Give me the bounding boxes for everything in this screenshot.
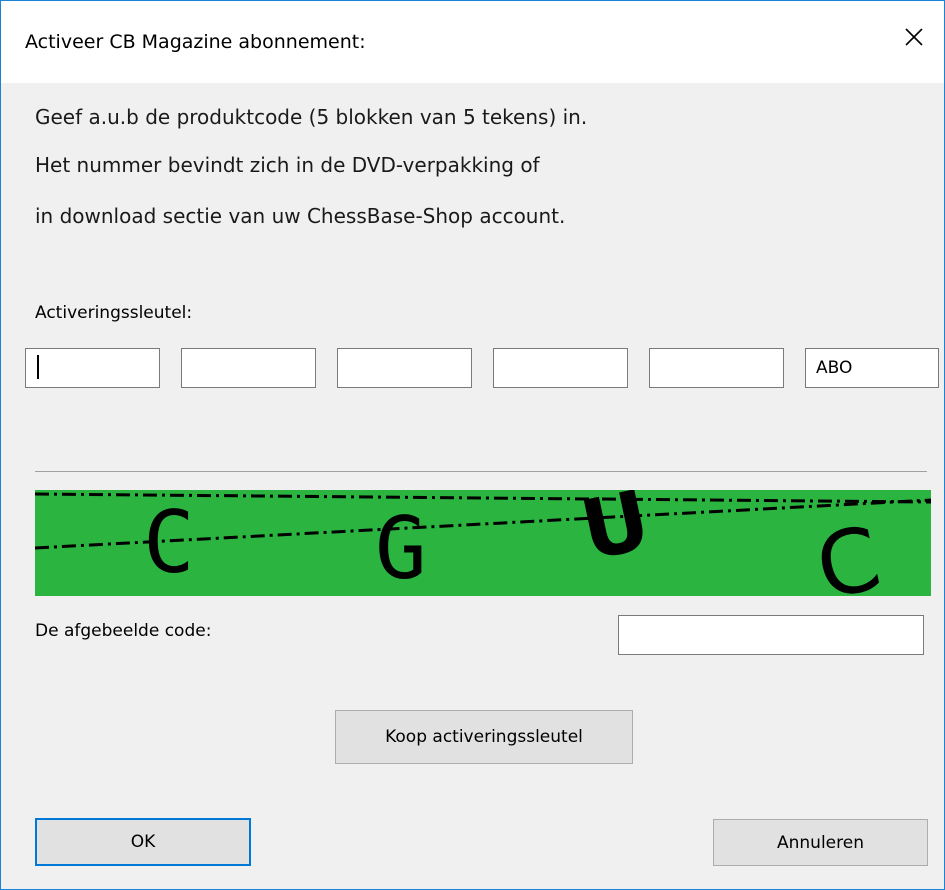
captcha-code-input[interactable] [618,615,924,655]
ok-button[interactable]: OK [35,818,251,866]
key-block-2-input[interactable] [181,348,316,388]
key-block-5-input[interactable] [649,348,784,388]
close-icon [905,28,923,46]
instruction-line-2: Het nummer bevindt zich in de DVD-verpak… [35,153,540,177]
text-caret [37,355,39,379]
key-block-4-input[interactable] [493,348,628,388]
instruction-line-3: in download sectie van uw ChessBase-Shop… [35,204,566,228]
captcha-code-label: De afgebeelde code: [35,621,212,641]
key-block-3-input[interactable] [337,348,472,388]
captcha-letter-2: G [375,499,427,596]
activation-dialog: Activeer CB Magazine abonnement: Geef a.… [0,0,945,890]
activation-key-label: Activeringssleutel: [35,303,193,323]
cancel-button[interactable]: Annuleren [713,819,928,866]
title-bar: Activeer CB Magazine abonnement: [1,1,944,83]
captcha-letter-1: C [143,493,195,593]
key-suffix-field [805,348,939,388]
window-title: Activeer CB Magazine abonnement: [25,31,366,53]
separator [35,471,927,472]
close-button[interactable] [884,11,944,63]
buy-activation-key-button[interactable]: Koop activeringssleutel [335,710,633,764]
key-block-1-input[interactable] [25,348,160,388]
captcha-image: C G U C [35,490,931,596]
instruction-line-1: Geef a.u.b de produktcode (5 blokken van… [35,105,588,129]
